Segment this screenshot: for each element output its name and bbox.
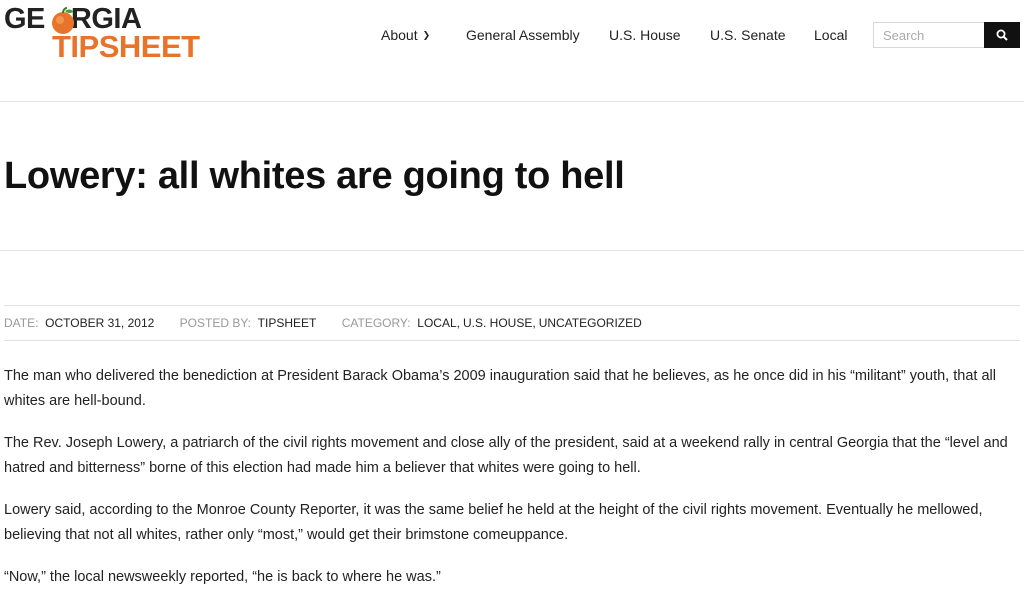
category-link-us-house[interactable]: U.S. HOUSE — [463, 316, 532, 330]
category-link-local[interactable]: LOCAL — [417, 316, 456, 330]
meta-date: DATE: OCTOBER 31, 2012 — [4, 315, 154, 331]
nav-about[interactable]: About ❯ — [381, 26, 430, 44]
date-value: OCTOBER 31, 2012 — [45, 316, 155, 330]
logo-text-bottom: TIPSHEET — [52, 29, 200, 64]
search-input[interactable] — [874, 23, 985, 47]
article-paragraph: Lowery said, according to the Monroe Cou… — [4, 502, 983, 543]
search-button[interactable] — [984, 22, 1020, 48]
article-paragraph: “Now,” the local newsweekly reported, “h… — [4, 569, 441, 585]
nav-local[interactable]: Local — [814, 26, 847, 44]
category-label: CATEGORY: — [341, 316, 411, 330]
meta-category: CATEGORY: LOCAL, U.S. HOUSE, UNCATEGORIZED — [341, 316, 642, 330]
article-paragraph: The man who delivered the benediction at… — [4, 368, 996, 409]
article-meta: DATE: OCTOBER 31, 2012 POSTED BY: TIPSHE… — [4, 315, 664, 331]
category-link-uncategorized[interactable]: UNCATEGORIZED — [539, 316, 642, 330]
meta-divider-bottom — [4, 340, 1020, 341]
search-icon — [996, 29, 1008, 41]
posted-by-label: POSTED BY: — [179, 316, 251, 330]
title-divider — [0, 250, 1024, 251]
date-label: DATE: — [4, 316, 39, 330]
article-paragraph: The Rev. Joseph Lowery, a patriarch of t… — [4, 435, 1008, 476]
author-link[interactable]: TIPSHEET — [258, 316, 317, 330]
search-form — [873, 22, 1020, 48]
article-title: Lowery: all whites are going to hell — [4, 155, 625, 197]
meta-divider-top — [4, 305, 1020, 306]
nav-about-label: About — [381, 27, 418, 43]
chevron-down-icon: ❯ — [422, 30, 431, 40]
nav-us-senate[interactable]: U.S. Senate — [710, 26, 786, 44]
meta-author: POSTED BY: TIPSHEET — [180, 315, 317, 331]
nav-us-house[interactable]: U.S. House — [609, 26, 681, 44]
nav-general-assembly[interactable]: General Assembly — [466, 26, 580, 44]
site-logo[interactable]: GE RGIA TIPSHEET — [4, 4, 200, 64]
site-header: GE RGIA TIPSHEET About ❯ General Assembly … — [0, 0, 1024, 102]
article-body: The man who delivered the benediction at… — [4, 364, 1020, 591]
